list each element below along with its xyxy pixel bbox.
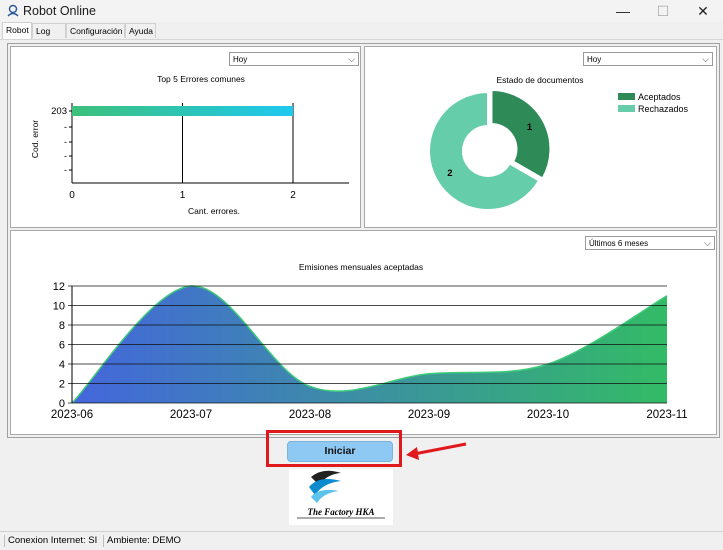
emissions-y-tick-label: 6: [59, 340, 65, 352]
emissions-y-tick-label: 10: [53, 301, 65, 313]
legend-label-rechazados: Rechazados: [638, 104, 689, 114]
internet-status: Conexion Internet: SI: [8, 535, 98, 546]
the-factory-hka-logo: The Factory HKA: [289, 469, 393, 525]
legend-swatch-aceptados: [618, 93, 635, 100]
errors-x-axis-label: Cant. errores.: [188, 206, 240, 216]
emissions-x-tick-label: 2023-11: [646, 409, 687, 421]
start-button[interactable]: Iniciar: [287, 441, 393, 462]
errors-x-tick-label: 0: [69, 190, 75, 201]
emissions-x-tick-label: 2023-06: [51, 409, 93, 421]
errors-y-tick-label: -: [64, 151, 67, 161]
errors-y-tick-label: -: [64, 137, 67, 147]
tab-ayuda[interactable]: Ayuda: [125, 23, 156, 38]
errors-y-tick-label: -: [64, 165, 67, 175]
emissions-x-tick-label: 2023-08: [289, 409, 331, 421]
errors-bar: [72, 106, 293, 116]
errors-y-tick-label: 203: [51, 106, 67, 117]
red-arrow-annotation: [406, 442, 467, 460]
status-bar: Conexion Internet: SI Ambiente: DEMO: [0, 531, 723, 550]
emissions-x-tick-label: 2023-07: [170, 409, 212, 421]
robot-app-icon: [7, 4, 19, 17]
errors-y-axis-label: Cod. error: [30, 120, 40, 158]
close-button[interactable]: ✕: [680, 0, 723, 22]
logo-text: The Factory HKA: [308, 507, 375, 517]
documents-donut-chart: 1 2 Aceptados Rechazados: [428, 88, 689, 211]
tab-configuracion[interactable]: Configuración: [66, 23, 125, 38]
title-bar: Robot Online — ☐ ✕: [0, 0, 723, 22]
errors-bar-chart: Cod. error Cant. errores. 0 1 2 203 - - - -: [30, 103, 349, 216]
emissions-panel: Últimos 6 meses ⌵ Emisiones mensuales ac…: [10, 230, 717, 435]
legend-label-aceptados: Aceptados: [638, 92, 681, 102]
emissions-y-tick-label: 2: [59, 379, 65, 391]
donut-slice-aceptados: [490, 88, 552, 180]
status-separator: [103, 535, 104, 547]
donut-slice-value: 1: [527, 122, 533, 133]
errors-x-tick-label: 1: [180, 190, 186, 201]
donut-slice-value: 2: [447, 168, 452, 179]
errors-x-tick-label: 2: [290, 190, 296, 201]
tab-log[interactable]: Log: [32, 23, 66, 38]
tab-strip: Robot Log Configuración Ayuda: [0, 22, 723, 40]
environment-status: Ambiente: DEMO: [107, 535, 181, 546]
errors-panel: Hoy ⌵ Top 5 Errores comunes Cod. error C…: [10, 46, 361, 228]
emissions-y-tick-label: 4: [59, 359, 65, 371]
window-title: Robot Online: [23, 4, 96, 18]
emissions-y-tick-label: 8: [59, 320, 65, 332]
emissions-y-tick-label: 12: [53, 281, 65, 293]
tab-robot[interactable]: Robot: [2, 22, 32, 39]
legend-swatch-rechazados: [618, 105, 635, 112]
errors-y-tick-label: -: [64, 122, 67, 132]
emissions-x-tick-label: 2023-10: [527, 409, 569, 421]
documents-panel: Hoy ⌵ Estado de documentos 1 2 Aceptados Re…: [364, 46, 717, 228]
status-separator: [4, 535, 5, 547]
emissions-x-tick-label: 2023-09: [408, 409, 450, 421]
emissions-area-chart: 0246810122023-06 2023-07 2023-08 2023-09 202…: [51, 281, 688, 421]
